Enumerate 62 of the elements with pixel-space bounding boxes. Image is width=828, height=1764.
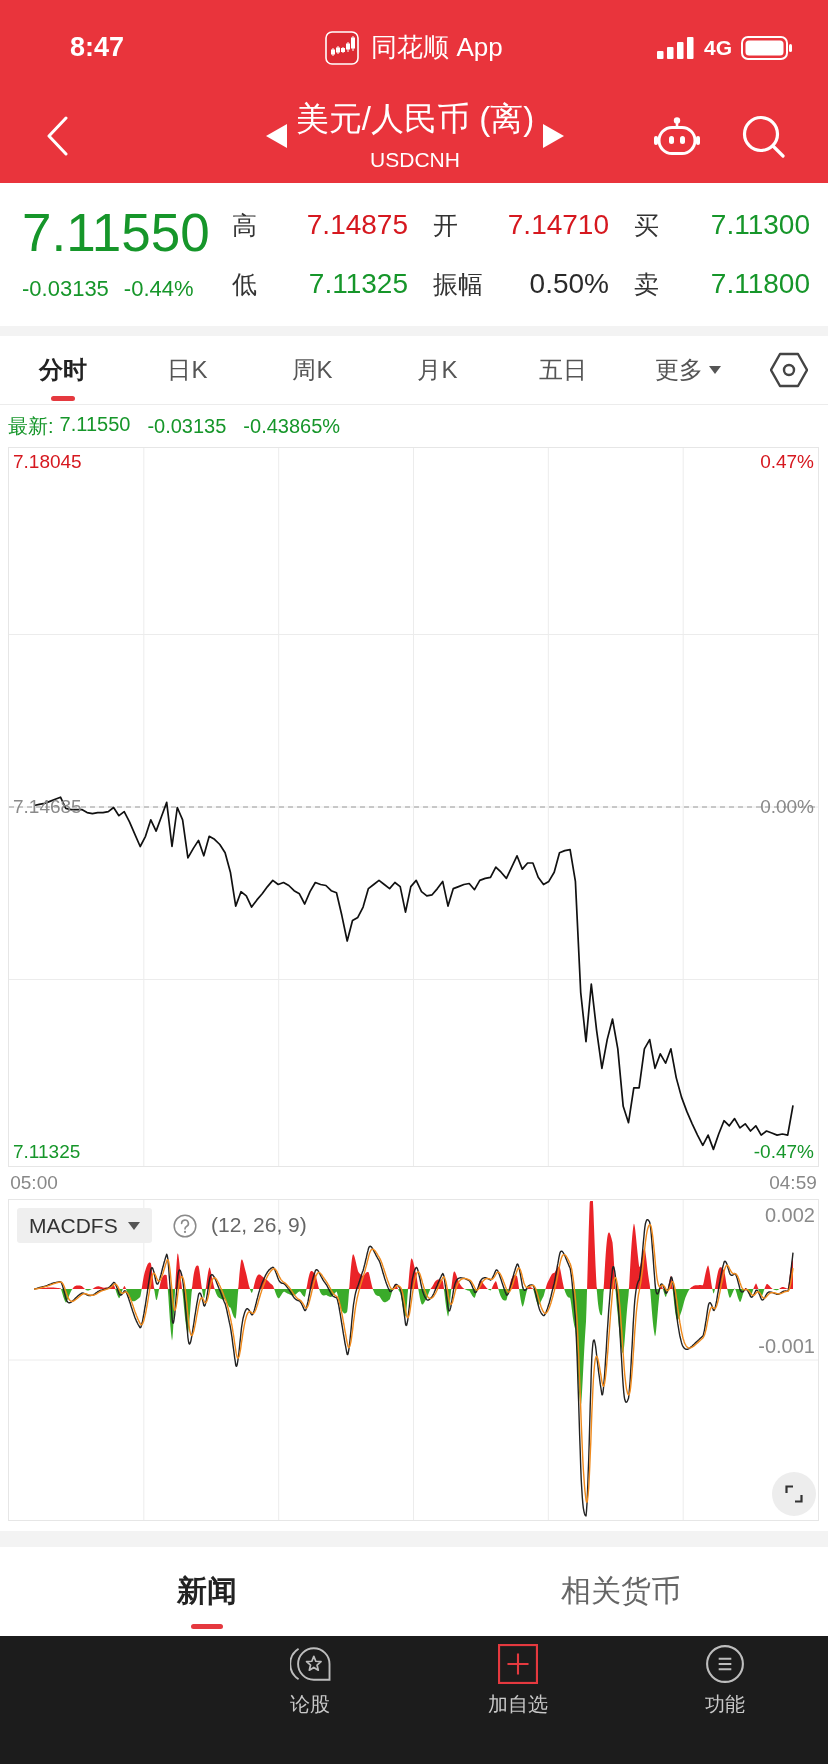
stat-label: 卖 (634, 268, 659, 300)
price-axis-label: 7.18045 (13, 451, 82, 473)
stat-label: 开 (433, 209, 458, 241)
settings-icon[interactable] (770, 352, 808, 388)
stat-value: 7.14875 (306, 209, 408, 241)
content-tab[interactable]: 相关货币 (414, 1547, 828, 1636)
stat-value: 0.50% (529, 268, 609, 300)
battery-icon (741, 35, 793, 60)
period-tab[interactable]: 周K (250, 336, 375, 404)
network-type: 4G (704, 35, 732, 60)
menu-icon (704, 1644, 745, 1684)
caret-icon (708, 366, 721, 374)
more-menu-tab[interactable]: 更多 (625, 336, 750, 404)
stat-value: 7.14710 (507, 209, 609, 241)
stat-label: 买 (634, 209, 659, 241)
macd-axis-label: 0.002 (764, 1203, 815, 1227)
back-icon[interactable] (45, 116, 69, 156)
price-change: -0.03135 (22, 275, 109, 303)
latest-change: -0.03135 (147, 414, 227, 438)
toolbar-button[interactable]: 功能 (704, 1636, 745, 1716)
period-tab[interactable]: 五日 (500, 336, 625, 404)
next-arrow-icon[interactable] (543, 124, 565, 148)
quote-title: 美元/人民币 (离) (295, 99, 535, 139)
help-icon[interactable] (173, 1214, 197, 1238)
last-price: 7.11550 (22, 203, 211, 263)
latest-price: 7.11550 (59, 412, 131, 437)
macd-axis-label: -0.001 (758, 1334, 815, 1358)
stat-value: 7.11300 (710, 209, 810, 241)
period-tab[interactable]: 分时 (0, 336, 125, 404)
quote-code: USDCNH (370, 147, 460, 173)
indicator-params: (12, 26, 9) (211, 1212, 307, 1238)
percent-axis-label: 0.00% (760, 796, 814, 818)
app-name: 同花顺 App (371, 31, 503, 64)
toolbar-button[interactable]: 加自选 (487, 1636, 548, 1716)
signal-icon (657, 36, 695, 59)
fullscreen-icon[interactable] (772, 1472, 816, 1516)
stat-value: 7.11800 (710, 268, 810, 300)
previous-arrow-icon[interactable] (265, 124, 287, 148)
latest-change-percent: -0.43865% (243, 414, 341, 438)
period-tab[interactable]: 月K (375, 336, 500, 404)
candlestick-logo-icon (325, 30, 360, 65)
latest-label: 最新: (8, 413, 54, 439)
stat-label: 低 (232, 268, 257, 300)
period-tab[interactable]: 日K (125, 336, 250, 404)
price-change-percent: -0.44% (123, 275, 194, 303)
content-tab[interactable]: 新闻 (0, 1547, 414, 1636)
percent-axis-label: -0.47% (753, 1141, 814, 1163)
time-axis-label: 04:59 (769, 1172, 817, 1194)
percent-axis-label: 0.47% (760, 451, 814, 473)
price-axis-label: 7.11325 (13, 1141, 81, 1163)
add-icon (497, 1644, 538, 1684)
stat-label: 振幅 (433, 268, 483, 300)
robot-icon[interactable] (654, 117, 700, 155)
time-axis-label: 05:00 (10, 1172, 58, 1194)
star-bubble-icon (289, 1644, 332, 1684)
caret-icon (127, 1221, 140, 1230)
toolbar-button[interactable]: 论股 (289, 1636, 332, 1716)
stat-label: 高 (232, 209, 257, 241)
stat-value: 7.11325 (308, 268, 408, 300)
indicator-dropdown[interactable]: MACDFS (17, 1208, 152, 1243)
status-time: 8:47 (70, 32, 125, 63)
search-icon[interactable] (741, 114, 785, 158)
